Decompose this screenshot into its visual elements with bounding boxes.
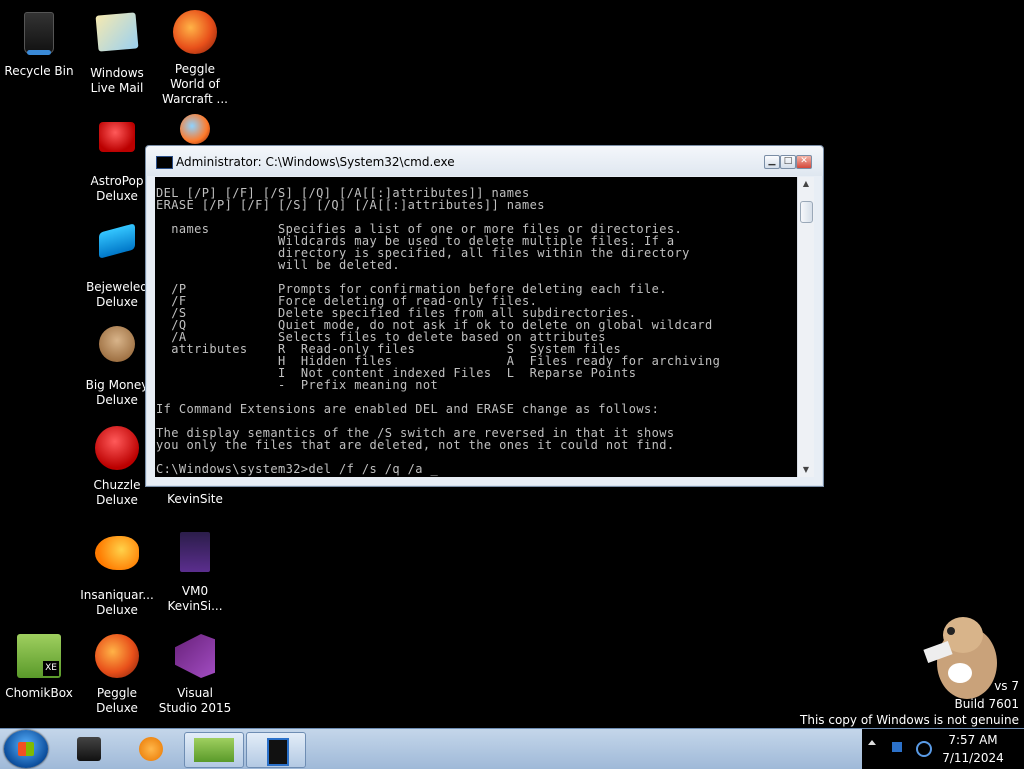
start-button[interactable] — [4, 730, 48, 768]
taskbar-explorer-button[interactable] — [60, 732, 118, 766]
vertical-scrollbar[interactable]: ▲ ▼ — [797, 177, 814, 477]
peggle-icon — [95, 634, 139, 678]
desktop-icon-label: VM0 KevinSi... — [167, 584, 223, 613]
bejeweled-icon — [99, 223, 135, 259]
console-text: DEL [/P] [/F] [/S] [/Q] [/A[[:]attribute… — [156, 186, 721, 476]
maximize-button[interactable]: □ — [780, 155, 796, 169]
desktop-icon-label: Bejeweled Deluxe — [86, 280, 148, 309]
desktop-icon-label: Recycle Bin — [4, 64, 74, 78]
desktop-icon-windows-live-mail[interactable]: Windows Live Mail — [79, 8, 155, 96]
explorer-icon — [77, 737, 101, 761]
astropop-icon — [99, 122, 135, 152]
desktop-icon-label: KevinSite — [167, 492, 223, 506]
close-button[interactable]: ✕ — [796, 155, 812, 169]
media-player-icon — [139, 737, 163, 761]
hamster-mascot — [915, 605, 1005, 705]
desktop-icon-chuzzle[interactable]: Chuzzle Deluxe — [79, 424, 155, 508]
action-center-icon[interactable] — [892, 742, 902, 752]
desktop-icon-label: Insaniquar... Deluxe — [80, 588, 154, 617]
scroll-down-arrow-icon[interactable]: ▼ — [798, 463, 814, 477]
chomikbox-icon — [194, 738, 234, 762]
network-icon[interactable] — [916, 741, 932, 757]
desktop-icon-bejeweled[interactable]: Bejeweled Deluxe — [79, 216, 155, 310]
chomikbox-icon — [17, 634, 61, 678]
bigmoney-icon — [99, 326, 135, 362]
window-title: Administrator: C:\Windows\System32\cmd.e… — [176, 155, 455, 169]
visual-studio-icon — [175, 634, 215, 678]
taskbar-media-player-button[interactable] — [122, 732, 180, 766]
console-icon — [156, 156, 173, 169]
recycle-bin-icon — [24, 12, 54, 55]
desktop-icon-label: Visual Studio 2015 — [158, 686, 232, 715]
show-hidden-icons-icon[interactable] — [868, 740, 876, 745]
scroll-thumb[interactable] — [800, 201, 813, 223]
desktop-icon-label: Peggle World of Warcraft ... — [162, 62, 228, 106]
cmd-icon — [267, 738, 289, 766]
console-output[interactable]: DEL [/P] [/F] [/S] [/Q] [/A[[:]attribute… — [155, 177, 797, 477]
desktop-icon-chomikbox[interactable]: ChomikBox — [1, 632, 77, 701]
document-icon — [180, 532, 210, 572]
desktop-icon-label: ChomikBox — [5, 686, 73, 700]
title-bar[interactable]: Administrator: C:\Windows\System32\cmd.e… — [146, 146, 823, 176]
minimize-button[interactable]: ▁ — [764, 155, 780, 169]
desktop-icon-label: Windows Live Mail — [90, 66, 144, 95]
taskbar-cmd-button[interactable] — [246, 732, 306, 768]
peggle-icon — [173, 10, 217, 54]
desktop-icon-label: Chuzzle Deluxe — [93, 478, 141, 507]
mail-icon — [95, 12, 139, 52]
insaniquarium-icon — [95, 536, 139, 570]
desktop-icon-label: AstroPop Deluxe — [90, 174, 144, 203]
watermark-build: Build 7601 — [954, 697, 1019, 711]
desktop-icon-recycle-bin[interactable]: Recycle Bin — [1, 8, 77, 79]
clock-date[interactable]: 7/11/2024 — [940, 751, 1006, 765]
taskbar — [0, 728, 1024, 769]
desktop-icon-insaniquarium[interactable]: Insaniquar... Deluxe — [79, 528, 155, 618]
taskbar-chomikbox-button[interactable] — [184, 732, 244, 768]
watermark-version: vs 7 — [994, 679, 1019, 693]
desktop-icon-peggle-deluxe[interactable]: Peggle Deluxe — [79, 632, 155, 716]
cmd-window[interactable]: Administrator: C:\Windows\System32\cmd.e… — [145, 145, 824, 487]
desktop-icon-visual-studio[interactable]: Visual Studio 2015 — [157, 632, 233, 716]
desktop-icon-astropop[interactable]: AstroPop Deluxe — [79, 112, 155, 204]
scroll-up-arrow-icon[interactable]: ▲ — [798, 177, 814, 191]
desktop-icon-label: Big Money Deluxe — [85, 378, 149, 407]
watermark-genuine: This copy of Windows is not genuine — [800, 713, 1019, 727]
text-cursor: _ — [430, 462, 439, 476]
desktop-icon-peggle-wow[interactable]: Peggle World of Warcraft ... — [157, 8, 233, 107]
desktop-icon-vm0[interactable]: VM0 KevinSi... — [157, 528, 233, 614]
desktop-icon-label: Peggle Deluxe — [96, 686, 138, 715]
desktop-icon-big-money[interactable]: Big Money Deluxe — [79, 320, 155, 408]
clock-time[interactable]: 7:57 AM — [940, 733, 1006, 747]
chuzzle-icon — [95, 426, 139, 470]
app-icon — [180, 114, 210, 144]
